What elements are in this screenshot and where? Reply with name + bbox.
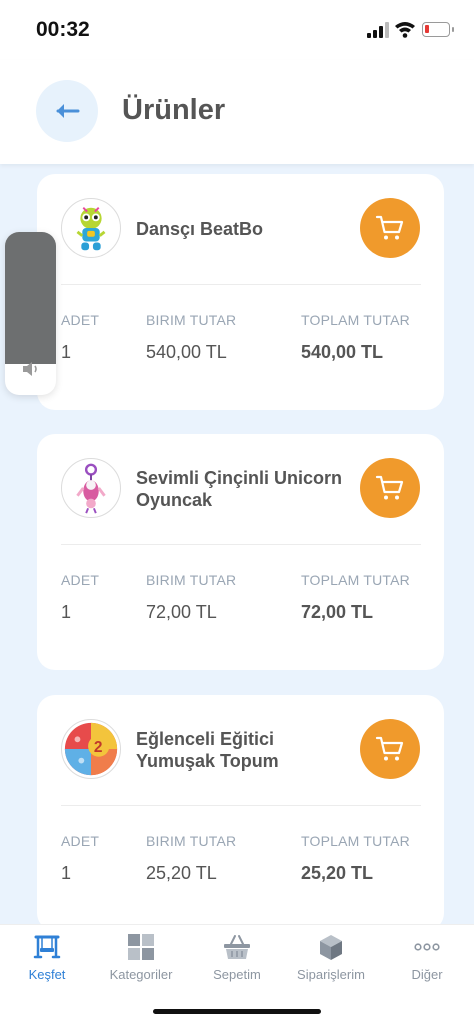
swing-icon <box>33 935 61 959</box>
add-to-cart-button[interactable] <box>360 458 420 518</box>
divider <box>61 805 421 806</box>
tab-kategoriler[interactable]: Kategoriler <box>94 933 188 989</box>
add-to-cart-button[interactable] <box>360 719 420 779</box>
back-button[interactable] <box>36 80 98 142</box>
status-time: 00:32 <box>36 18 90 41</box>
divider <box>61 284 421 285</box>
unit-price-value: 540,00 TL <box>146 342 227 362</box>
product-card: Dansçı BeatBo ADET BIRIM TUTAR TOPLAM TU… <box>37 174 444 410</box>
qty-value: 1 <box>61 602 72 622</box>
robot-toy-icon <box>76 207 106 251</box>
cart-icon <box>375 475 404 500</box>
qty-value: 1 <box>61 342 72 362</box>
total-label: TOPLAM TUTAR <box>301 312 410 328</box>
tab-label: Sepetim <box>213 967 261 982</box>
cart-icon <box>375 736 404 761</box>
status-bar: 00:32 <box>0 0 474 60</box>
tab-diger[interactable]: Diğer <box>380 933 474 989</box>
more-icon <box>414 943 440 951</box>
divider <box>61 544 421 545</box>
total-label: TOPLAM TUTAR <box>301 572 410 588</box>
grid-icon <box>128 934 154 960</box>
total-value: 25,20 TL <box>301 863 374 883</box>
signal-icon <box>367 22 389 38</box>
wifi-icon <box>395 22 415 38</box>
basket-icon <box>224 935 250 959</box>
product-card: Sevimli Çinçinli Unicorn Oyuncak ADET BI… <box>37 434 444 670</box>
product-name[interactable]: Eğlenceli Eğitici Yumuşak Topum <box>136 695 346 805</box>
qty-value: 1 <box>61 863 72 883</box>
product-list[interactable]: Dansçı BeatBo ADET BIRIM TUTAR TOPLAM TU… <box>0 164 474 924</box>
tab-label: Siparişlerim <box>297 967 365 982</box>
page-title: Ürünler <box>122 94 226 126</box>
volume-hud[interactable] <box>5 232 56 395</box>
tab-kesfet[interactable]: Keşfet <box>0 933 94 989</box>
unit-price-value: 72,00 TL <box>146 602 217 622</box>
qty-label: ADET <box>61 312 100 328</box>
unit-price-label: BIRIM TUTAR <box>146 312 237 328</box>
total-value: 72,00 TL <box>301 602 374 622</box>
home-indicator[interactable] <box>153 1009 321 1014</box>
tab-sepetim[interactable]: Sepetim <box>190 933 284 989</box>
speaker-icon <box>23 362 37 376</box>
tab-label: Keşfet <box>28 967 66 982</box>
product-image[interactable]: 2 <box>61 719 121 779</box>
product-image[interactable] <box>61 198 121 258</box>
qty-label: ADET <box>61 572 100 588</box>
product-image[interactable] <box>61 458 121 518</box>
soft-ball-icon: 2 <box>64 722 118 776</box>
product-name[interactable]: Dansçı BeatBo <box>136 174 346 284</box>
battery-icon <box>422 22 454 37</box>
product-card: 2 Eğlenceli Eğitici Yumuşak Topum ADET B… <box>37 695 444 924</box>
qty-label: ADET <box>61 833 100 849</box>
unicorn-toy-icon <box>76 463 106 514</box>
svg-text:2: 2 <box>94 739 103 756</box>
header: Ürünler <box>0 60 474 164</box>
tab-label: Kategoriler <box>109 967 173 982</box>
volume-level-fill <box>5 232 56 365</box>
battery-level <box>425 25 429 33</box>
add-to-cart-button[interactable] <box>360 198 420 258</box>
unit-price-label: BIRIM TUTAR <box>146 833 237 849</box>
total-label: TOPLAM TUTAR <box>301 833 410 849</box>
total-value: 540,00 TL <box>301 342 384 362</box>
arrow-left-icon <box>56 104 80 118</box>
product-name[interactable]: Sevimli Çinçinli Unicorn Oyuncak <box>136 434 346 544</box>
unit-price-value: 25,20 TL <box>146 863 217 883</box>
tab-label: Diğer <box>411 967 443 982</box>
box-icon <box>320 935 342 960</box>
tab-siparislerim[interactable]: Siparişlerim <box>284 933 378 989</box>
unit-price-label: BIRIM TUTAR <box>146 572 237 588</box>
cart-icon <box>375 215 404 240</box>
